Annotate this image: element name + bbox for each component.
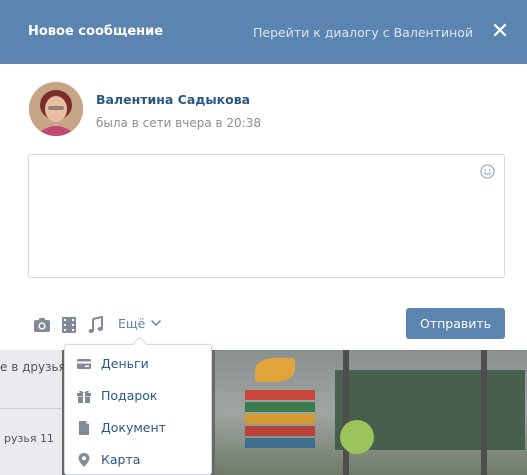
- background-photo: [215, 350, 527, 475]
- go-to-dialog-link[interactable]: Перейти к диалогу с Валентиной: [253, 25, 473, 40]
- gift-icon: [77, 390, 91, 403]
- message-input[interactable]: [28, 154, 505, 278]
- avatar[interactable]: [29, 82, 83, 136]
- recipient-name[interactable]: Валентина Садыкова: [96, 92, 250, 107]
- menu-item-label: Документ: [101, 420, 166, 435]
- menu-item-map[interactable]: Карта: [65, 445, 211, 475]
- background-text: е в друзья: [0, 360, 66, 374]
- book-shape: [245, 438, 315, 448]
- modal-title: Новое сообщение: [28, 24, 164, 39]
- music-icon[interactable]: [88, 316, 104, 334]
- close-icon[interactable]: ✕: [490, 21, 510, 43]
- menu-item-label: Подарок: [101, 388, 158, 403]
- document-icon: [79, 421, 89, 435]
- new-message-modal: Новое сообщение Перейти к диалогу с Вале…: [0, 0, 527, 350]
- map-pin-icon: [78, 453, 90, 467]
- camera-icon[interactable]: [33, 316, 51, 334]
- send-button[interactable]: Отправить: [406, 308, 505, 339]
- menu-item-money[interactable]: Деньги: [65, 349, 211, 379]
- menu-item-gift[interactable]: Подарок: [65, 381, 211, 411]
- recipient-status: была в сети вчера в 20:38: [96, 116, 261, 130]
- photo-frame-bar: [481, 350, 487, 475]
- more-attachments-button[interactable]: Ещё: [118, 316, 145, 331]
- apple-shape: [340, 420, 374, 454]
- divider: [0, 408, 62, 409]
- book-shape: [245, 402, 315, 412]
- menu-item-label: Деньги: [101, 356, 149, 371]
- menu-item-label: Карта: [101, 452, 141, 467]
- modal-header: Новое сообщение Перейти к диалогу с Вале…: [0, 0, 527, 64]
- more-attachments-menu: Деньги Подарок Документ Карта: [64, 344, 212, 475]
- book-shape: [245, 390, 315, 400]
- chevron-down-icon[interactable]: [150, 317, 162, 329]
- photo-frame-bar: [343, 350, 349, 475]
- leaf-shape: [255, 358, 295, 382]
- background-sidebar: е в друзья рузья 11: [0, 350, 66, 475]
- menu-item-document[interactable]: Документ: [65, 413, 211, 443]
- background-text: рузья 11: [4, 432, 54, 445]
- book-shape: [245, 426, 315, 436]
- smile-icon[interactable]: [480, 164, 495, 179]
- video-icon[interactable]: [61, 316, 77, 334]
- book-shape: [245, 414, 315, 424]
- money-icon: [77, 359, 91, 369]
